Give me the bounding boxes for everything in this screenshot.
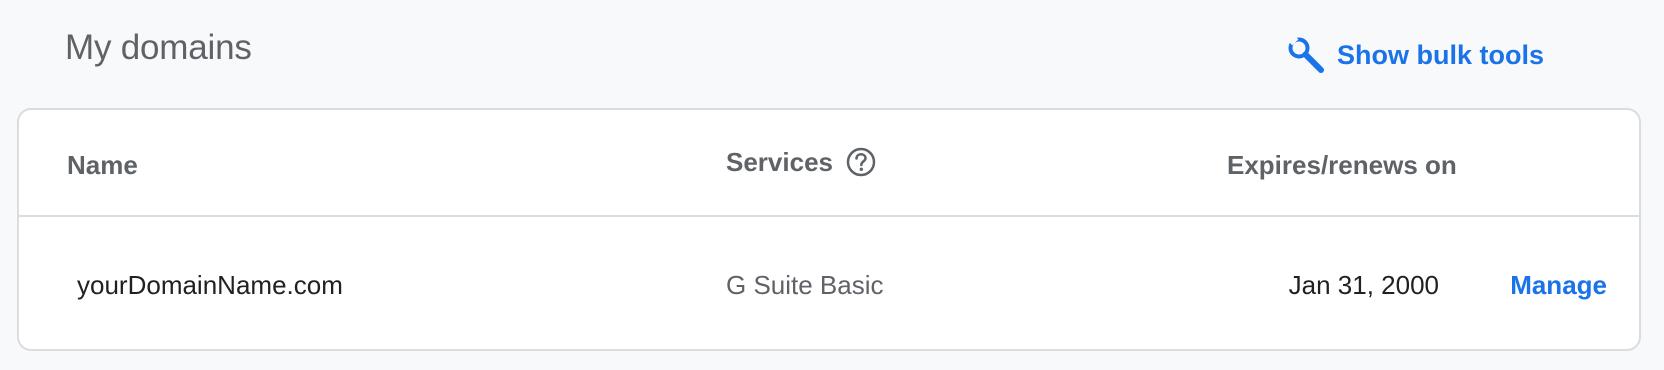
- page-title: My domains: [65, 28, 252, 67]
- column-header-services-label: Services: [726, 146, 833, 177]
- domains-table: Name Services Expires/renews on yourDoma…: [17, 108, 1641, 351]
- show-bulk-tools-label: Show bulk tools: [1337, 39, 1544, 70]
- help-icon[interactable]: [845, 146, 877, 178]
- table-header: Name Services Expires/renews on: [19, 110, 1639, 217]
- column-header-name: Name: [67, 150, 138, 180]
- service-cell: G Suite Basic: [726, 270, 884, 300]
- wrench-magnifier-icon: [1285, 34, 1327, 76]
- manage-link[interactable]: Manage: [1510, 270, 1607, 301]
- column-header-expires: Expires/renews on: [1227, 150, 1457, 180]
- domain-name-cell: yourDomainName.com: [77, 270, 343, 300]
- expires-date-cell: Jan 31, 2000: [1288, 270, 1439, 300]
- column-header-services: Services: [726, 146, 877, 178]
- table-row: yourDomainName.com G Suite Basic Jan 31,…: [19, 217, 1639, 349]
- show-bulk-tools-button[interactable]: Show bulk tools: [1285, 34, 1544, 76]
